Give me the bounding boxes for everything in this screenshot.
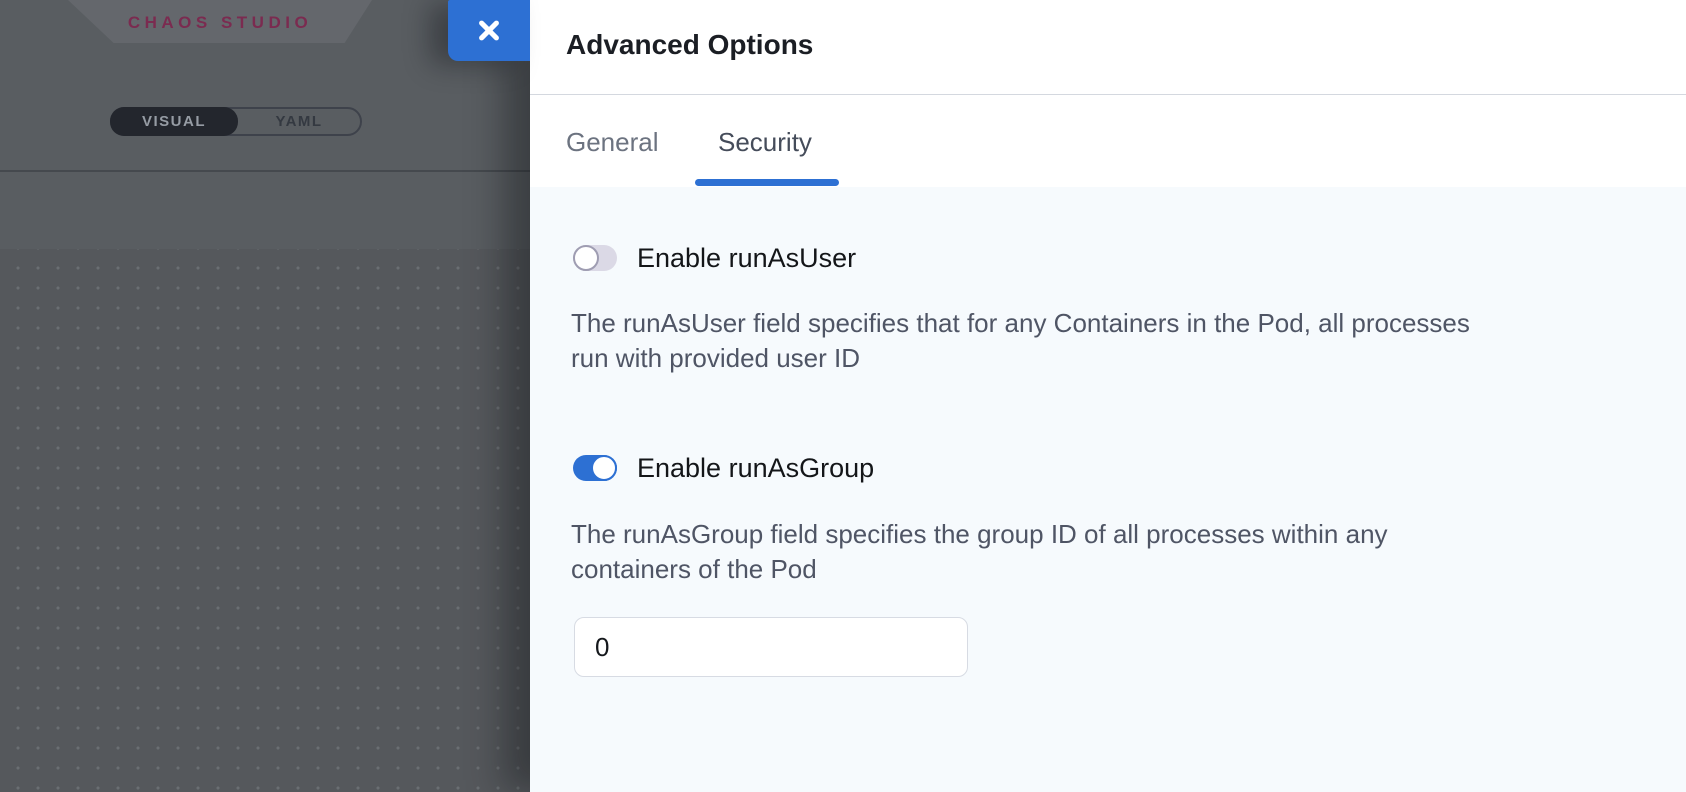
workflow-dot-canvas[interactable] xyxy=(0,249,530,792)
run-as-user-label: Enable runAsUser xyxy=(637,243,856,274)
drawer-title: Advanced Options xyxy=(566,29,813,61)
tab-yaml[interactable]: YAML xyxy=(238,109,360,134)
toggle-knob xyxy=(573,245,599,271)
run-as-group-toggle[interactable] xyxy=(573,455,617,481)
run-as-user-description: The runAsUser field specifies that for a… xyxy=(571,306,1470,376)
active-tab-indicator xyxy=(695,179,839,186)
tab-visual[interactable]: VISUAL xyxy=(110,107,238,136)
chaos-studio-screen: CHAOS STUDIO VISUAL YAML Advanced Option… xyxy=(0,0,1686,792)
advanced-options-drawer: Advanced Options General Security Enable… xyxy=(530,0,1686,792)
close-drawer-button[interactable] xyxy=(448,0,530,61)
group-id-input[interactable] xyxy=(574,617,968,677)
toggle-knob xyxy=(591,455,617,481)
security-tab-panel xyxy=(530,187,1686,792)
run-as-user-toggle[interactable] xyxy=(573,245,617,271)
tab-security[interactable]: Security xyxy=(718,127,812,158)
run-as-group-description: The runAsGroup field specifies the group… xyxy=(571,517,1388,587)
chaos-studio-label: CHAOS STUDIO xyxy=(128,11,312,33)
chaos-studio-banner: CHAOS STUDIO xyxy=(68,0,372,43)
dimmed-canvas-backdrop: CHAOS STUDIO VISUAL YAML xyxy=(0,0,530,792)
canvas-top-divider xyxy=(0,170,530,172)
visual-yaml-toggle: VISUAL YAML xyxy=(110,107,362,136)
close-icon xyxy=(476,18,502,44)
run-as-group-label: Enable runAsGroup xyxy=(637,453,874,484)
drawer-header: Advanced Options xyxy=(530,0,1686,95)
tab-general[interactable]: General xyxy=(566,127,659,158)
